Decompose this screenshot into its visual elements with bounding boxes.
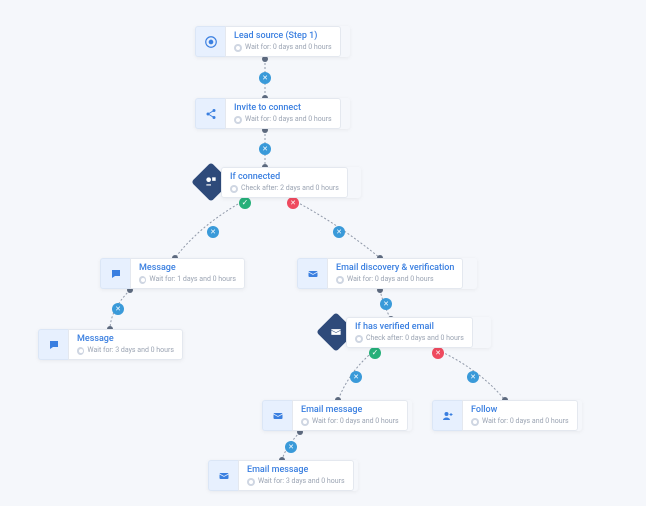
node-subtitle: Wait for: 0 days and 0 hours (336, 275, 454, 285)
remove-connector-icon[interactable] (259, 72, 271, 84)
clock-icon (230, 185, 238, 193)
remove-connector-icon[interactable] (207, 226, 219, 238)
remove-connector-icon[interactable] (259, 143, 271, 155)
node-email-message-1[interactable]: Email message Wait for: 0 days and 0 hou… (262, 400, 412, 431)
mail-icon (208, 460, 238, 491)
node-title: If connected (230, 172, 339, 184)
mail-search-icon (297, 258, 327, 289)
node-title: Invite to connect (234, 103, 332, 115)
clock-icon (471, 418, 479, 426)
remove-connector-icon[interactable] (333, 226, 345, 238)
node-subtitle: Wait for: 3 days and 0 hours (77, 346, 174, 356)
node-title: Email message (301, 405, 399, 417)
node-subtitle: Check after: 0 days and 0 hours (355, 334, 464, 344)
remove-connector-icon[interactable] (380, 298, 392, 310)
branch-yes-icon (239, 197, 251, 209)
clock-icon (139, 276, 146, 284)
clock-icon (234, 44, 242, 52)
clock-icon (247, 478, 255, 486)
chat-icon (100, 258, 130, 289)
node-title: Follow (471, 405, 569, 417)
node-invite-to-connect[interactable]: Invite to connect Wait for: 0 days and 0… (195, 98, 350, 129)
node-lead-source[interactable]: Lead source (Step 1) Wait for: 0 days an… (195, 26, 350, 57)
chat-icon (38, 329, 68, 360)
share-icon (195, 98, 225, 129)
node-subtitle: Wait for: 0 days and 0 hours (234, 115, 332, 125)
node-message-2[interactable]: Message Wait for: 3 days and 0 hours (38, 329, 183, 360)
node-subtitle: Wait for: 1 days and 0 hours (139, 275, 236, 285)
node-subtitle: Wait for: 0 days and 0 hours (471, 417, 569, 427)
node-email-discovery[interactable]: Email discovery & verification Wait for:… (297, 258, 477, 289)
node-title: Message (139, 263, 236, 275)
clock-icon (355, 335, 363, 343)
node-message-1[interactable]: Message Wait for: 1 days and 0 hours (100, 258, 245, 289)
node-subtitle: Check after: 2 days and 0 hours (230, 184, 339, 194)
node-follow[interactable]: Follow Wait for: 0 days and 0 hours (432, 400, 582, 431)
node-if-connected[interactable]: If connected Check after: 2 days and 0 h… (221, 167, 361, 198)
mail-icon (262, 400, 292, 431)
node-subtitle: Wait for: 3 days and 0 hours (247, 477, 345, 487)
person-plus-icon (432, 400, 462, 431)
node-title: Email message (247, 465, 345, 477)
node-if-verified-email[interactable]: If has verified email Check after: 0 day… (346, 317, 491, 348)
node-title: Message (77, 334, 174, 346)
clock-icon (234, 116, 242, 124)
node-email-message-2[interactable]: Email message Wait for: 3 days and 0 hou… (208, 460, 358, 491)
branch-no-icon (287, 197, 299, 209)
remove-connector-icon[interactable] (350, 371, 362, 383)
clock-icon (77, 347, 84, 355)
remove-connector-icon[interactable] (285, 441, 297, 453)
remove-connector-icon[interactable] (112, 303, 124, 315)
node-title: Lead source (Step 1) (234, 31, 332, 43)
branch-yes-icon (369, 347, 381, 359)
node-title: If has verified email (355, 322, 464, 334)
clock-icon (336, 276, 344, 284)
node-subtitle: Wait for: 0 days and 0 hours (301, 417, 399, 427)
branch-no-icon (432, 347, 444, 359)
node-subtitle: Wait for: 0 days and 0 hours (234, 43, 332, 53)
target-icon (195, 26, 225, 57)
remove-connector-icon[interactable] (467, 371, 479, 383)
node-title: Email discovery & verification (336, 263, 454, 275)
clock-icon (301, 418, 309, 426)
